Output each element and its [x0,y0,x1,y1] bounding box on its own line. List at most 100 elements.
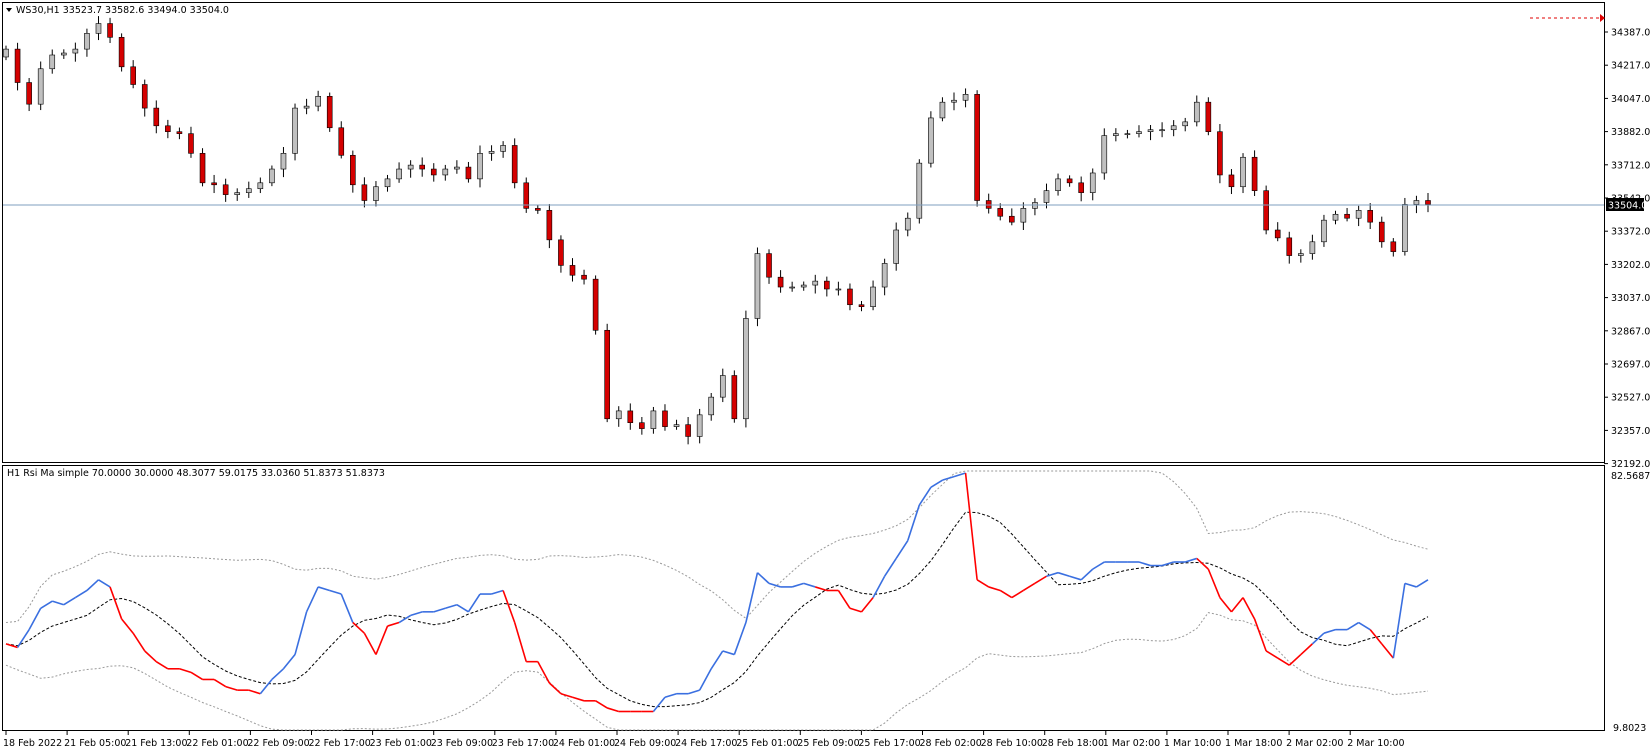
candle [824,276,830,297]
candle [569,258,576,282]
chart-terminal[interactable]: 34387.034217.034047.033882.033712.033542… [0,0,1652,752]
rsi-segment [1416,579,1429,588]
time-tick-label: 25 Feb 17:00 [858,738,920,749]
candle [1182,117,1189,132]
candle-body [962,94,969,101]
candle [696,408,703,444]
candle [1402,197,1408,256]
price-tick-label: 33882.0 [1611,127,1650,138]
rsi-segment [733,622,747,655]
candle-body [280,153,287,170]
chart-window[interactable]: 34387.034217.034047.033882.033712.033542… [0,0,1652,752]
price-tick-label: 33372.0 [1611,227,1650,238]
candle [673,419,680,430]
candle [188,126,194,158]
candle-body [315,95,321,107]
candle [326,92,333,132]
rsi-segment [999,589,1013,599]
candle [766,249,772,284]
rsi-segment [387,621,400,627]
rsi-segment [1265,650,1279,659]
candle-body [419,164,425,170]
rsi-segment [132,632,146,652]
time-tick-label: 24 Feb 17:00 [675,738,737,749]
rsi-segment [1253,618,1267,652]
candle [3,45,9,61]
rsi-segment [120,618,134,634]
price-tick-label: 34387.0 [1611,28,1650,39]
candle-body [511,145,518,184]
time-tick-label: 24 Feb 01:00 [553,738,615,749]
candle [1020,202,1027,231]
candle-body [766,253,772,278]
time-tick-label: 1 Mar 18:00 [1225,738,1282,749]
candle [384,174,391,192]
rsi-segment [918,486,932,506]
candle-body [1089,172,1096,193]
time-tick-label: 2 Mar 10:00 [1347,738,1404,749]
candle [1286,231,1293,264]
candle [754,247,761,327]
candle-body [1413,200,1420,205]
candle-body [719,375,726,398]
candle-body [997,208,1004,217]
rsi-segment [664,692,677,699]
rsi-segment [1300,643,1313,656]
candle [107,17,113,44]
candle [141,79,148,117]
rsi-segment [1022,582,1036,592]
price-tick-label: 32527.0 [1611,393,1650,404]
candlestick-series [3,16,1431,445]
candle [1078,176,1084,202]
candle [511,138,518,189]
candle-body [893,229,899,264]
rsi-segment [271,668,285,681]
price-tick-label: 32697.0 [1611,360,1650,371]
candle [1390,238,1397,257]
time-tick-label: 24 Feb 09:00 [614,738,676,749]
time-tick-label: 18 Feb 2022 [3,738,62,749]
candle-body [211,182,217,186]
rsi-segment [895,540,909,559]
rsi-segment [40,600,53,609]
candle-body [165,125,171,132]
candle-body [777,276,784,288]
candle [26,78,32,112]
candle [338,121,345,159]
candle [939,97,946,122]
candle [477,145,483,188]
candle-body [627,410,634,424]
candle [1344,207,1350,222]
rsi-segment [375,625,389,655]
candle-body [708,396,715,416]
rsi-segment [595,700,608,709]
candle-body [477,153,483,180]
time-tick-label: 22 Feb 01:00 [186,738,248,749]
candle [662,404,668,431]
rsi-segment [1230,597,1244,613]
price-tick-label: 32867.0 [1611,326,1650,337]
rsi-segment [768,582,781,588]
candle [500,141,506,158]
candle [488,145,495,161]
candle-body [592,278,599,331]
candle-body [904,217,911,231]
rsi-segment [190,671,203,681]
rsi-series [5,470,1429,731]
rsi-segment [363,632,377,655]
candle [1309,234,1316,260]
candle-body [615,410,622,420]
candle [176,127,183,140]
candle-body [535,208,541,211]
rsi-segment [1184,557,1198,563]
dropdown-triangle-icon[interactable] [6,8,12,12]
rsi-segment [502,590,516,623]
candle-body [743,318,749,420]
rsi-segment [282,654,296,670]
candle [1413,195,1420,214]
candle-body [824,280,830,290]
candle [361,177,368,208]
candle [789,281,795,292]
candle-body [1263,190,1269,231]
candle-body [465,166,472,180]
